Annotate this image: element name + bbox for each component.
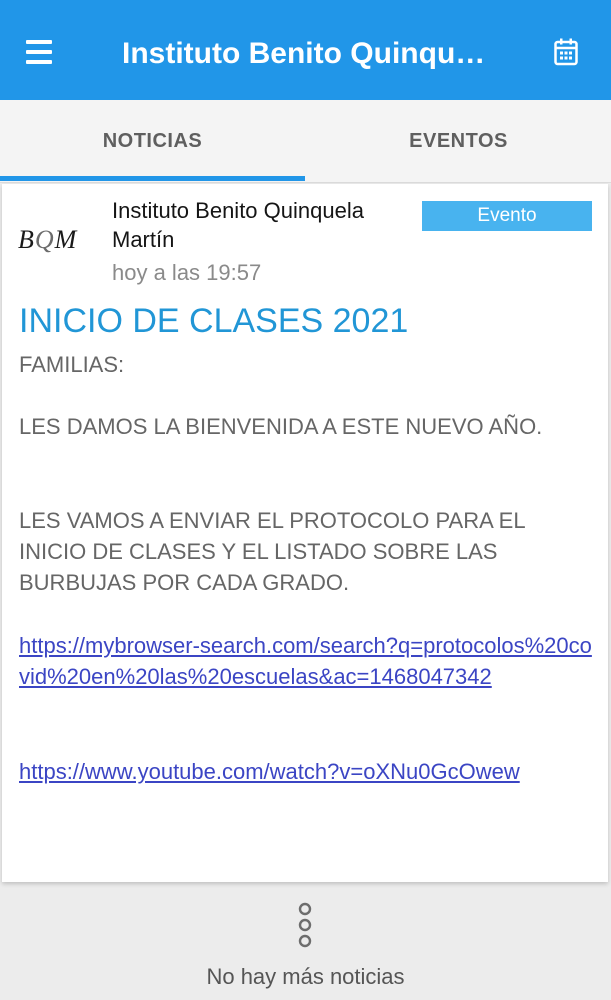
app-title: Instituto Benito Quinqu… (122, 37, 486, 70)
post-paragraph: LES DAMOS LA BIENVENIDA A ESTE NUEVO AÑO… (19, 414, 543, 439)
post-author: Instituto Benito Quinquela Martín (112, 198, 364, 252)
tab-bar: NOTICIAS EVENTOS (0, 100, 611, 183)
post-paragraph: LES VAMOS A ENVIAR EL PROTOCOLO PARA EL … (19, 508, 525, 595)
tab-eventos[interactable]: EVENTOS (306, 100, 611, 182)
app-bar: Instituto Benito Quinqu… (0, 0, 611, 100)
tab-noticias[interactable]: NOTICIAS (0, 100, 305, 182)
vertical-dots-icon[interactable] (297, 902, 313, 948)
post-link[interactable]: https://mybrowser-search.com/search?q=pr… (19, 630, 594, 692)
post-link[interactable]: https://www.youtube.com/watch?v=oXNu0GcO… (19, 756, 594, 787)
event-badge: Evento (422, 201, 592, 231)
post-title: INICIO DE CLASES 2021 (19, 302, 409, 340)
post-paragraph: FAMILIAS: (19, 352, 125, 377)
calendar-icon[interactable] (554, 38, 578, 66)
hamburger-menu-icon[interactable] (26, 40, 54, 64)
active-tab-indicator (0, 176, 305, 181)
school-logo: BQM (18, 225, 78, 254)
no-more-news-message: No hay más noticias (206, 964, 405, 989)
post-timestamp: hoy a las 19:57 (112, 260, 262, 285)
